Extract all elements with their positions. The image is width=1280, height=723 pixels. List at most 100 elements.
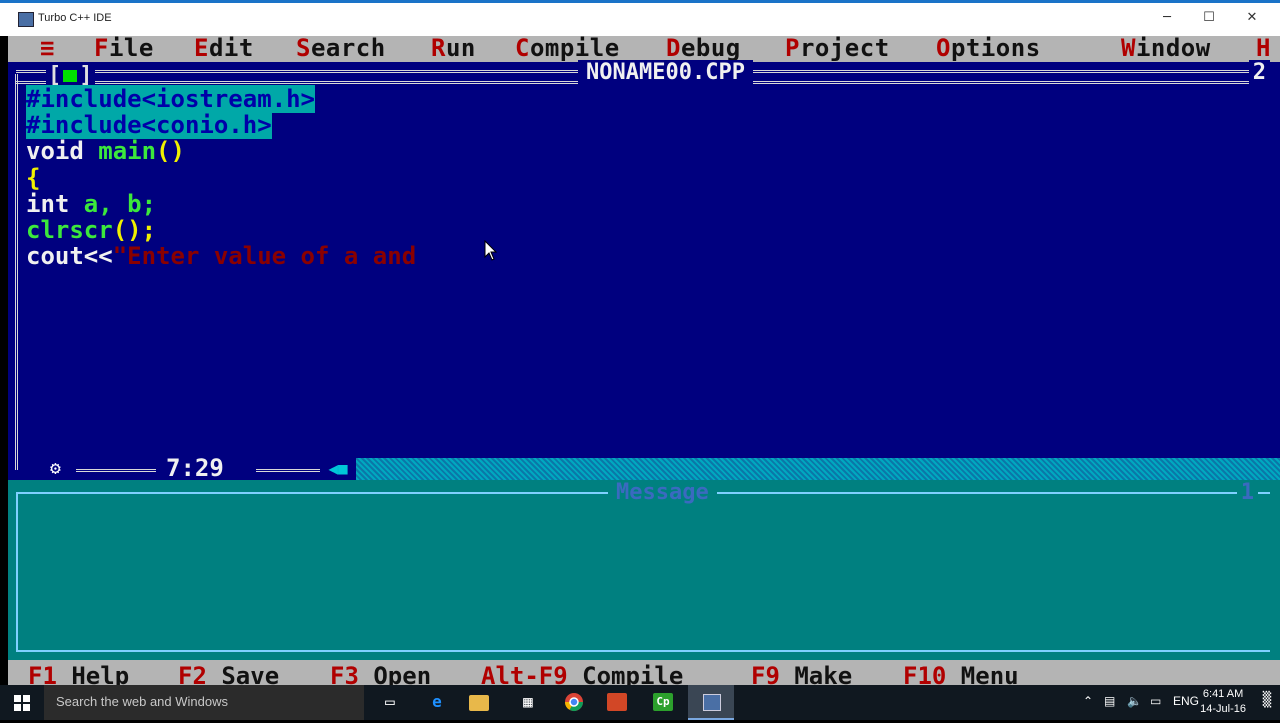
code-line: cout<<"Enter value of a and [26, 243, 416, 269]
menu-compile-hotkey: C [515, 36, 530, 62]
message-frame-bottom [16, 650, 1270, 652]
network-icon[interactable]: ▤ [1104, 694, 1115, 708]
menu-window-hotkey: W [1121, 36, 1136, 62]
editor-window-number: 2 [1248, 60, 1270, 85]
menu-help[interactable]: H [1256, 36, 1271, 62]
menu-run-hotkey: R [431, 36, 446, 62]
search-placeholder: Search the web and Windows [56, 694, 228, 709]
minimize-button[interactable]: ─ [1152, 10, 1182, 25]
fkey-key: F1 [28, 662, 57, 685]
menu-search-label: earch [310, 36, 386, 62]
code-string: "Enter value of a and [112, 242, 417, 271]
menu-project[interactable]: Project [785, 36, 890, 62]
message-window[interactable]: Message 1 [8, 480, 1280, 660]
menu-run-label: un [445, 36, 476, 62]
menu-debug[interactable]: Debug [666, 36, 741, 62]
fkey-help[interactable]: F1 Help [28, 662, 129, 685]
horizontal-scrollbar[interactable]: ◀■ [320, 458, 1280, 480]
notifications-icon[interactable]: ▒ [1258, 692, 1276, 710]
menu-run[interactable]: Run [431, 36, 476, 62]
code-identifier: a, b; [83, 189, 157, 218]
code-identifier: main [98, 137, 157, 166]
gear-icon[interactable]: ⚙ [50, 458, 61, 479]
code-area[interactable]: #include<iostream.h> #include<conio.h> v… [26, 85, 416, 269]
chrome-icon[interactable] [561, 690, 587, 714]
turbo-ide-screen: ≡ File Edit Search Run Compile Debug Pro… [8, 36, 1280, 685]
code-line: #include<conio.h> [26, 111, 416, 140]
task-view-icon[interactable]: ▭ [377, 690, 403, 714]
menu-debug-hotkey: D [666, 36, 681, 62]
menu-file-label: ile [108, 36, 154, 62]
menu-compile[interactable]: Compile [515, 36, 620, 62]
fkey-label: Make [779, 662, 853, 685]
message-window-number: 1 [1236, 480, 1258, 505]
windows-start-icon[interactable] [0, 685, 44, 720]
codeblocks-icon[interactable]: Cp [653, 693, 673, 711]
store-icon[interactable]: ▦ [515, 690, 541, 714]
code-keyword: int [26, 189, 84, 218]
menu-project-hotkey: P [785, 36, 800, 62]
menu-debug-label: ebug [680, 36, 741, 62]
message-title: Message [608, 480, 717, 505]
action-center-message-icon[interactable]: ▭ [1150, 694, 1161, 708]
fkey-menu[interactable]: F10 Menu [903, 662, 1019, 685]
code-line: { [26, 164, 416, 191]
fkey-label: Save [206, 662, 280, 685]
close-box-icon [61, 68, 80, 84]
mouse-pointer-icon [484, 240, 498, 261]
menu-file[interactable]: File [94, 36, 154, 62]
menu-window-label: indow [1135, 36, 1211, 62]
menu-search-hotkey: S [296, 36, 311, 62]
menu-edit[interactable]: Edit [194, 36, 254, 62]
menu-options[interactable]: Options [936, 36, 1041, 62]
edge-browser-icon[interactable]: e [424, 690, 450, 714]
menu-options-label: ptions [950, 36, 1041, 62]
fkey-key: F10 [903, 662, 947, 685]
file-explorer-icon[interactable] [469, 695, 489, 711]
windows-logo-icon [14, 695, 30, 711]
office-app-icon[interactable] [607, 693, 627, 711]
close-button[interactable]: ✕ [1237, 10, 1267, 25]
turbo-cpp-icon [18, 12, 34, 27]
menu-search[interactable]: Search [296, 36, 386, 62]
code-punctuation: () [156, 137, 185, 166]
message-frame-left [16, 492, 18, 652]
menu-options-hotkey: O [936, 36, 951, 62]
fkey-save[interactable]: F2 Save [178, 662, 279, 685]
scroll-left-arrow-icon[interactable]: ◀■ [320, 458, 356, 480]
clock-time: 6:41 AM [1202, 688, 1244, 700]
menu-project-label: roject [799, 36, 890, 62]
chrome-logo [565, 693, 583, 712]
taskbar-turbo-cpp-button[interactable] [688, 685, 734, 720]
fkey-key: F3 [330, 662, 359, 685]
cursor-position: 7:29 [166, 454, 224, 482]
taskbar-clock[interactable]: 6:41 AM 14-Jul-16 [1200, 687, 1246, 717]
taskbar: Search the web and Windows ▭ e ▦ Cp ⌃ ▤ … [0, 685, 1280, 720]
code-keyword: void [26, 137, 99, 166]
show-hidden-icons-icon[interactable]: ⌃ [1083, 694, 1093, 708]
fkey-key: F2 [178, 662, 207, 685]
editor-frame-left [15, 74, 22, 470]
volume-icon[interactable]: 🔈 [1127, 694, 1142, 708]
code-identifier: clrscr [26, 215, 113, 244]
language-indicator[interactable]: ENG [1173, 694, 1199, 708]
taskbar-search-box[interactable]: Search the web and Windows [44, 685, 364, 720]
system-menu-icon[interactable]: ≡ [40, 36, 55, 62]
menu-help-hotkey: H [1256, 36, 1271, 62]
status-divider [256, 469, 320, 476]
menu-bar: ≡ File Edit Search Run Compile Debug Pro… [8, 36, 1280, 62]
fkey-compile[interactable]: Alt-F9 Compile [481, 662, 683, 685]
fkey-open[interactable]: F3 Open [330, 662, 431, 685]
fkey-label: Help [56, 662, 130, 685]
window-title-bar[interactable]: Turbo C++ IDE ─ ☐ ✕ [0, 0, 1280, 36]
code-keyword: cout<< [26, 242, 113, 271]
menu-window[interactable]: Window [1121, 36, 1211, 62]
editor-window[interactable]: [] NONAME00.CPP 2 #include<iostream.h> #… [8, 60, 1280, 482]
editor-status-bar: ⚙ 7:29 ◀■ [16, 454, 1280, 482]
maximize-button[interactable]: ☐ [1194, 10, 1224, 25]
fkey-label: Open [358, 662, 432, 685]
menu-file-hotkey: F [94, 36, 109, 62]
function-key-bar: F1 Help F2 Save F3 Open Alt-F9 Compile F… [8, 660, 1280, 685]
fkey-label: Menu [946, 662, 1019, 685]
fkey-make[interactable]: F9 Make [751, 662, 852, 685]
